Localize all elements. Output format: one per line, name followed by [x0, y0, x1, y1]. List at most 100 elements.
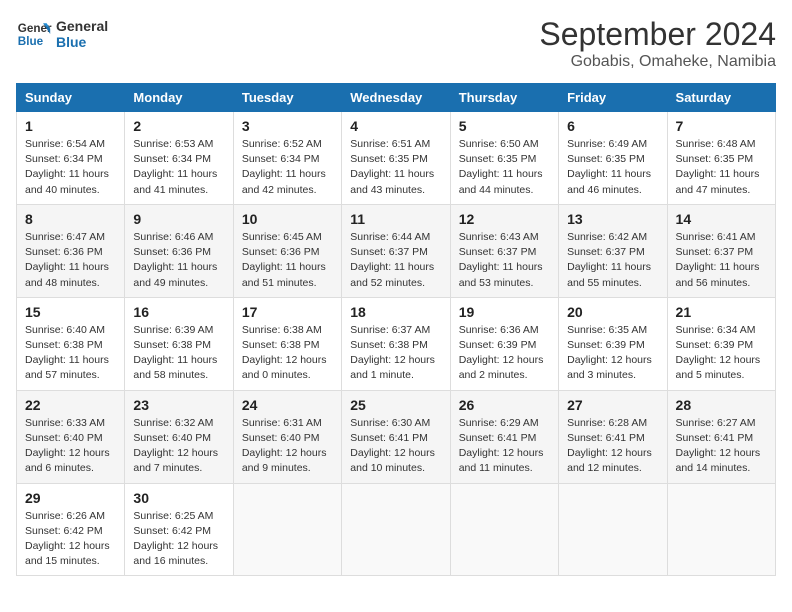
day-info: Sunrise: 6:47 AM Sunset: 6:36 PM Dayligh… — [25, 230, 116, 291]
week-row-1: 1Sunrise: 6:54 AM Sunset: 6:34 PM Daylig… — [17, 112, 776, 205]
day-cell: 7Sunrise: 6:48 AM Sunset: 6:35 PM Daylig… — [667, 112, 775, 205]
day-number: 5 — [459, 118, 550, 134]
day-cell: 17 Sunrise: 6:38 AM Sunset: 6:38 PM Dayli… — [233, 297, 341, 390]
day-number: 28 — [676, 397, 767, 413]
day-number: 18 — [350, 304, 441, 320]
day-info: Sunrise: 6:38 AM Sunset: 6:38 PM Dayligh… — [242, 323, 333, 384]
day-info: Sunrise: 6:25 AM Sunset: 6:42 PM Dayligh… — [133, 509, 224, 570]
day-cell — [450, 483, 558, 576]
day-cell: 5 Sunrise: 6:50 AM Sunset: 6:35 PM Daylig… — [450, 112, 558, 205]
day-cell: 2 Sunrise: 6:53 AM Sunset: 6:34 PM Daylig… — [125, 112, 233, 205]
day-number: 29 — [25, 490, 116, 506]
week-row-4: 22 Sunrise: 6:33 AM Sunset: 6:40 PM Dayli… — [17, 390, 776, 483]
calendar-body: 1Sunrise: 6:54 AM Sunset: 6:34 PM Daylig… — [17, 112, 776, 576]
logo-icon: General Blue — [16, 16, 52, 52]
day-cell: 20Sunrise: 6:35 AM Sunset: 6:39 PM Dayli… — [559, 297, 667, 390]
day-cell: 28 Sunrise: 6:27 AM Sunset: 6:41 PM Dayli… — [667, 390, 775, 483]
logo-general: General — [56, 18, 108, 34]
week-row-5: 29 Sunrise: 6:26 AM Sunset: 6:42 PM Dayli… — [17, 483, 776, 576]
day-number: 24 — [242, 397, 333, 413]
day-cell: 19Sunrise: 6:36 AM Sunset: 6:39 PM Dayli… — [450, 297, 558, 390]
weekday-friday: Friday — [559, 84, 667, 112]
svg-text:Blue: Blue — [18, 35, 44, 48]
weekday-saturday: Saturday — [667, 84, 775, 112]
day-cell: 12Sunrise: 6:43 AM Sunset: 6:37 PM Dayli… — [450, 204, 558, 297]
day-number: 16 — [133, 304, 224, 320]
day-cell: 21Sunrise: 6:34 AM Sunset: 6:39 PM Dayli… — [667, 297, 775, 390]
day-number: 30 — [133, 490, 224, 506]
day-info: Sunrise: 6:30 AM Sunset: 6:41 PM Dayligh… — [350, 416, 441, 477]
day-info: Sunrise: 6:50 AM Sunset: 6:35 PM Dayligh… — [459, 137, 550, 198]
day-info: Sunrise: 6:28 AM Sunset: 6:41 PM Dayligh… — [567, 416, 658, 477]
day-number: 20 — [567, 304, 658, 320]
day-number: 11 — [350, 211, 441, 227]
header: General Blue General Blue September 2024… — [16, 16, 776, 71]
day-cell: 1Sunrise: 6:54 AM Sunset: 6:34 PM Daylig… — [17, 112, 125, 205]
day-cell: 8 Sunrise: 6:47 AM Sunset: 6:36 PM Daylig… — [17, 204, 125, 297]
day-cell: 24 Sunrise: 6:31 AM Sunset: 6:40 PM Dayli… — [233, 390, 341, 483]
title-area: September 2024 Gobabis, Omaheke, Namibia — [539, 16, 776, 71]
day-info: Sunrise: 6:43 AM Sunset: 6:37 PM Dayligh… — [459, 230, 550, 291]
day-number: 17 — [242, 304, 333, 320]
weekday-tuesday: Tuesday — [233, 84, 341, 112]
weekday-header: SundayMondayTuesdayWednesdayThursdayFrid… — [17, 84, 776, 112]
week-row-2: 8 Sunrise: 6:47 AM Sunset: 6:36 PM Daylig… — [17, 204, 776, 297]
day-number: 25 — [350, 397, 441, 413]
day-cell: 22 Sunrise: 6:33 AM Sunset: 6:40 PM Dayli… — [17, 390, 125, 483]
day-info: Sunrise: 6:36 AM Sunset: 6:39 PM Dayligh… — [459, 323, 550, 384]
day-cell: 29 Sunrise: 6:26 AM Sunset: 6:42 PM Dayli… — [17, 483, 125, 576]
day-number: 26 — [459, 397, 550, 413]
day-cell: 10 Sunrise: 6:45 AM Sunset: 6:36 PM Dayli… — [233, 204, 341, 297]
day-cell: 23 Sunrise: 6:32 AM Sunset: 6:40 PM Dayli… — [125, 390, 233, 483]
day-number: 23 — [133, 397, 224, 413]
day-info: Sunrise: 6:41 AM Sunset: 6:37 PM Dayligh… — [676, 230, 767, 291]
day-info: Sunrise: 6:45 AM Sunset: 6:36 PM Dayligh… — [242, 230, 333, 291]
day-cell: 18 Sunrise: 6:37 AM Sunset: 6:38 PM Dayli… — [342, 297, 450, 390]
weekday-wednesday: Wednesday — [342, 84, 450, 112]
day-cell — [233, 483, 341, 576]
day-info: Sunrise: 6:33 AM Sunset: 6:40 PM Dayligh… — [25, 416, 116, 477]
day-cell — [559, 483, 667, 576]
day-number: 10 — [242, 211, 333, 227]
day-info: Sunrise: 6:51 AM Sunset: 6:35 PM Dayligh… — [350, 137, 441, 198]
day-number: 13 — [567, 211, 658, 227]
day-info: Sunrise: 6:31 AM Sunset: 6:40 PM Dayligh… — [242, 416, 333, 477]
logo: General Blue General Blue — [16, 16, 108, 52]
day-cell: 27 Sunrise: 6:28 AM Sunset: 6:41 PM Dayli… — [559, 390, 667, 483]
day-number: 8 — [25, 211, 116, 227]
day-number: 14 — [676, 211, 767, 227]
day-info: Sunrise: 6:37 AM Sunset: 6:38 PM Dayligh… — [350, 323, 441, 384]
day-number: 2 — [133, 118, 224, 134]
weekday-sunday: Sunday — [17, 84, 125, 112]
day-info: Sunrise: 6:53 AM Sunset: 6:34 PM Dayligh… — [133, 137, 224, 198]
day-info: Sunrise: 6:44 AM Sunset: 6:37 PM Dayligh… — [350, 230, 441, 291]
day-info: Sunrise: 6:52 AM Sunset: 6:34 PM Dayligh… — [242, 137, 333, 198]
day-cell: 15Sunrise: 6:40 AM Sunset: 6:38 PM Dayli… — [17, 297, 125, 390]
day-cell: 9Sunrise: 6:46 AM Sunset: 6:36 PM Daylig… — [125, 204, 233, 297]
day-info: Sunrise: 6:26 AM Sunset: 6:42 PM Dayligh… — [25, 509, 116, 570]
day-cell: 30 Sunrise: 6:25 AM Sunset: 6:42 PM Dayli… — [125, 483, 233, 576]
day-number: 7 — [676, 118, 767, 134]
day-cell: 16Sunrise: 6:39 AM Sunset: 6:38 PM Dayli… — [125, 297, 233, 390]
week-row-3: 15Sunrise: 6:40 AM Sunset: 6:38 PM Dayli… — [17, 297, 776, 390]
day-number: 22 — [25, 397, 116, 413]
day-cell — [342, 483, 450, 576]
subtitle: Gobabis, Omaheke, Namibia — [539, 53, 776, 71]
day-cell — [667, 483, 775, 576]
day-info: Sunrise: 6:49 AM Sunset: 6:35 PM Dayligh… — [567, 137, 658, 198]
calendar: SundayMondayTuesdayWednesdayThursdayFrid… — [16, 83, 776, 576]
day-info: Sunrise: 6:42 AM Sunset: 6:37 PM Dayligh… — [567, 230, 658, 291]
day-cell: 11 Sunrise: 6:44 AM Sunset: 6:37 PM Dayli… — [342, 204, 450, 297]
day-number: 21 — [676, 304, 767, 320]
day-number: 4 — [350, 118, 441, 134]
day-info: Sunrise: 6:27 AM Sunset: 6:41 PM Dayligh… — [676, 416, 767, 477]
weekday-thursday: Thursday — [450, 84, 558, 112]
day-info: Sunrise: 6:32 AM Sunset: 6:40 PM Dayligh… — [133, 416, 224, 477]
day-info: Sunrise: 6:46 AM Sunset: 6:36 PM Dayligh… — [133, 230, 224, 291]
day-number: 27 — [567, 397, 658, 413]
day-cell: 3Sunrise: 6:52 AM Sunset: 6:34 PM Daylig… — [233, 112, 341, 205]
logo-blue: Blue — [56, 34, 108, 50]
day-cell: 13 Sunrise: 6:42 AM Sunset: 6:37 PM Dayli… — [559, 204, 667, 297]
month-title: September 2024 — [539, 16, 776, 53]
day-cell: 6Sunrise: 6:49 AM Sunset: 6:35 PM Daylig… — [559, 112, 667, 205]
